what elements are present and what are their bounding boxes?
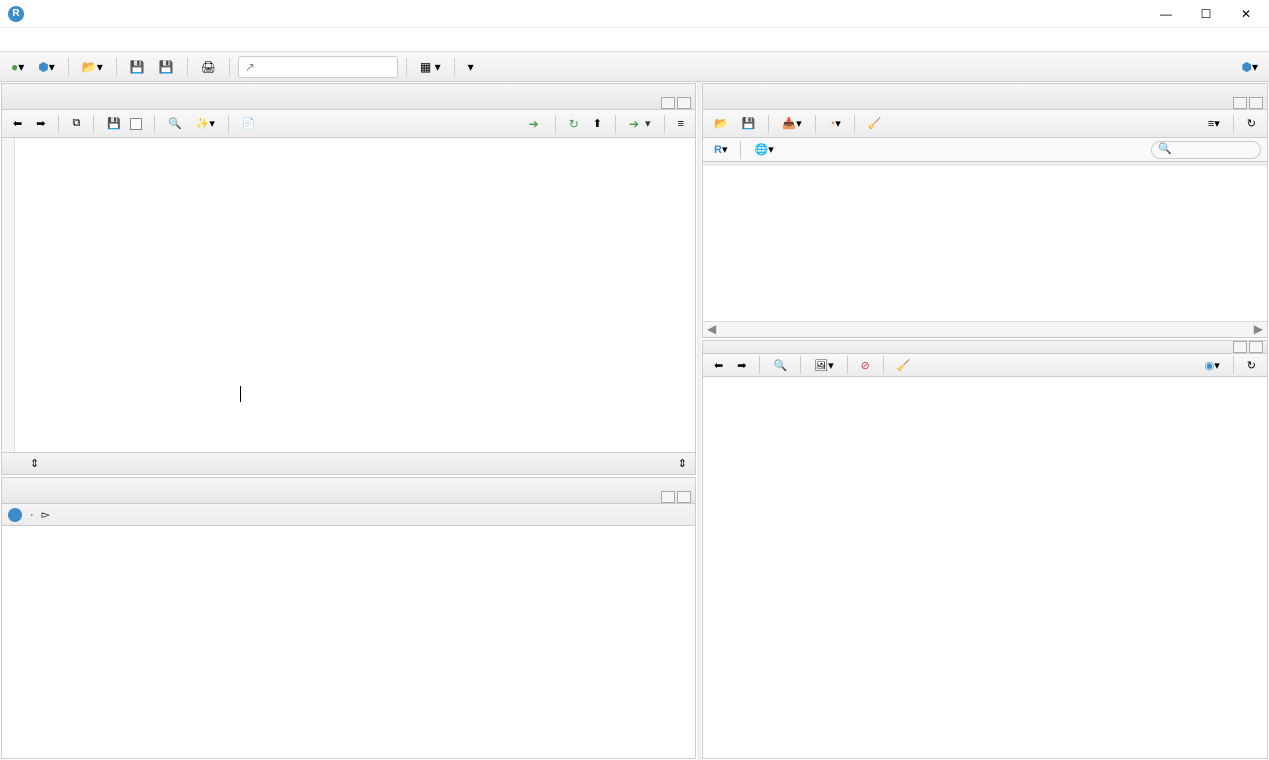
source-button[interactable]: ➔ ▾ — [624, 113, 656, 135]
code-editor[interactable] — [2, 138, 695, 452]
show-in-new-window-button[interactable]: ⧉ — [67, 113, 85, 135]
text-cursor — [240, 386, 241, 402]
plot-next-button[interactable]: ➡ — [732, 354, 751, 376]
environment-body — [703, 162, 1267, 321]
goto-icon: ↗ — [245, 60, 255, 74]
clear-workspace-button[interactable]: 🧹 — [863, 113, 887, 135]
plot-area — [703, 377, 1267, 759]
save-workspace-button[interactable]: 💾 — [737, 113, 761, 135]
back-button[interactable]: ⬅ — [8, 113, 27, 135]
environment-toolbar: 📂 💾 📥 ▾ ◔ ▾ 🧹 ≡ ▾ ↻ — [703, 110, 1267, 138]
pane-max-icon[interactable] — [677, 491, 691, 503]
editor-toolbar: ⬅ ➡ ⧉ 💾 🔍 ✨▾ 📄 ➔ ↻ ⬆ ➔ ▾ — [2, 110, 695, 138]
console-header: · ▻ — [2, 504, 695, 526]
save-all-button[interactable]: 💾 — [154, 56, 179, 78]
lang-select[interactable]: R ▾ — [709, 139, 732, 161]
rstudio-logo-icon: R — [8, 6, 24, 22]
editor-statusbar: ⇕ ⇕ — [2, 452, 695, 474]
clear-plots-button[interactable]: 🧹 — [892, 354, 916, 376]
view-mode-button[interactable]: ≡ ▾ — [1203, 113, 1225, 135]
env-section-data — [703, 162, 1267, 166]
pane-max-icon[interactable] — [677, 97, 691, 109]
pane-min-icon[interactable] — [661, 97, 675, 109]
console-output[interactable] — [2, 526, 695, 758]
load-workspace-button[interactable]: 📂 — [709, 113, 733, 135]
environment-tabs — [703, 84, 1267, 110]
window-titlebar: R — ☐ ✕ — [0, 0, 1269, 28]
export-button[interactable]: 🖼 ▾ — [809, 354, 839, 376]
scope-select[interactable]: 🌐 ▾ — [749, 139, 778, 161]
memory-indicator[interactable]: ◔ ▾ — [824, 113, 846, 135]
close-button[interactable]: ✕ — [1231, 4, 1261, 24]
console-tabs — [2, 478, 695, 504]
plot-prev-button[interactable]: ⬅ — [709, 354, 728, 376]
main-menubar — [0, 28, 1269, 52]
environment-scope-bar: R ▾ 🌐 ▾ 🔍 — [703, 138, 1267, 162]
scope-indicator[interactable]: ⇕ — [30, 457, 39, 470]
pane-max-icon[interactable] — [1249, 341, 1263, 353]
wd-popup-icon[interactable]: ▻ — [42, 508, 50, 521]
plots-tabs — [703, 341, 1267, 354]
project-button[interactable]: ⬢ ▾ — [1236, 56, 1263, 78]
env-scrollbar[interactable]: ◀▶ — [703, 321, 1267, 337]
lang-indicator[interactable]: ⇕ — [678, 457, 687, 470]
open-file-button[interactable]: 📂▾ — [77, 56, 108, 78]
source-on-save-checkbox[interactable] — [130, 118, 142, 130]
remove-plot-button[interactable]: ⊘ — [856, 354, 875, 376]
outline-button[interactable]: ≡ — [673, 113, 689, 135]
rerun-button[interactable]: ↻ — [564, 113, 584, 135]
find-button[interactable]: 🔍 — [163, 113, 187, 135]
env-search-input[interactable]: 🔍 — [1151, 141, 1261, 159]
refresh-plot-button[interactable]: ↻ — [1242, 354, 1261, 376]
r-logo-icon — [8, 508, 22, 522]
plots-toolbar: ⬅ ➡ 🔍 🖼 ▾ ⊘ 🧹 ◉ ▾ ↻ — [703, 354, 1267, 377]
pane-min-icon[interactable] — [1233, 97, 1247, 109]
wand-button[interactable]: ✨▾ — [191, 113, 220, 135]
import-dataset-button[interactable]: 📥 ▾ — [777, 113, 806, 135]
run-button[interactable]: ➔ — [524, 113, 547, 135]
pane-min-icon[interactable] — [1233, 341, 1247, 353]
forward-button[interactable]: ➡ — [31, 113, 50, 135]
publish-button[interactable]: ◉ ▾ — [1200, 354, 1225, 376]
print-button[interactable]: 🖨 — [196, 56, 221, 78]
pane-min-icon[interactable] — [661, 491, 675, 503]
save-editor-button[interactable]: 💾 — [102, 113, 126, 135]
up-button[interactable]: ⬆ — [588, 113, 607, 135]
save-button[interactable]: 💾 — [125, 56, 150, 78]
refresh-env-button[interactable]: ↻ — [1242, 113, 1261, 135]
minimize-button[interactable]: — — [1151, 4, 1181, 24]
new-file-button[interactable]: ●▾ — [6, 56, 29, 78]
notebook-button[interactable]: 📄 — [237, 113, 261, 135]
grid-button[interactable]: ▦ ▾ — [415, 56, 446, 78]
main-toolbar: ●▾ ⬢▾ 📂▾ 💾 💾 🖨 ↗ ▦ ▾ ▾ ⬢ ▾ — [0, 52, 1269, 82]
editor-tabs — [2, 84, 695, 110]
new-project-button[interactable]: ⬢▾ — [33, 56, 60, 78]
goto-file-input[interactable]: ↗ — [238, 56, 398, 78]
addins-button[interactable]: ▾ — [463, 56, 479, 78]
maximize-button[interactable]: ☐ — [1191, 4, 1221, 24]
zoom-button[interactable]: 🔍 — [768, 354, 792, 376]
pane-max-icon[interactable] — [1249, 97, 1263, 109]
